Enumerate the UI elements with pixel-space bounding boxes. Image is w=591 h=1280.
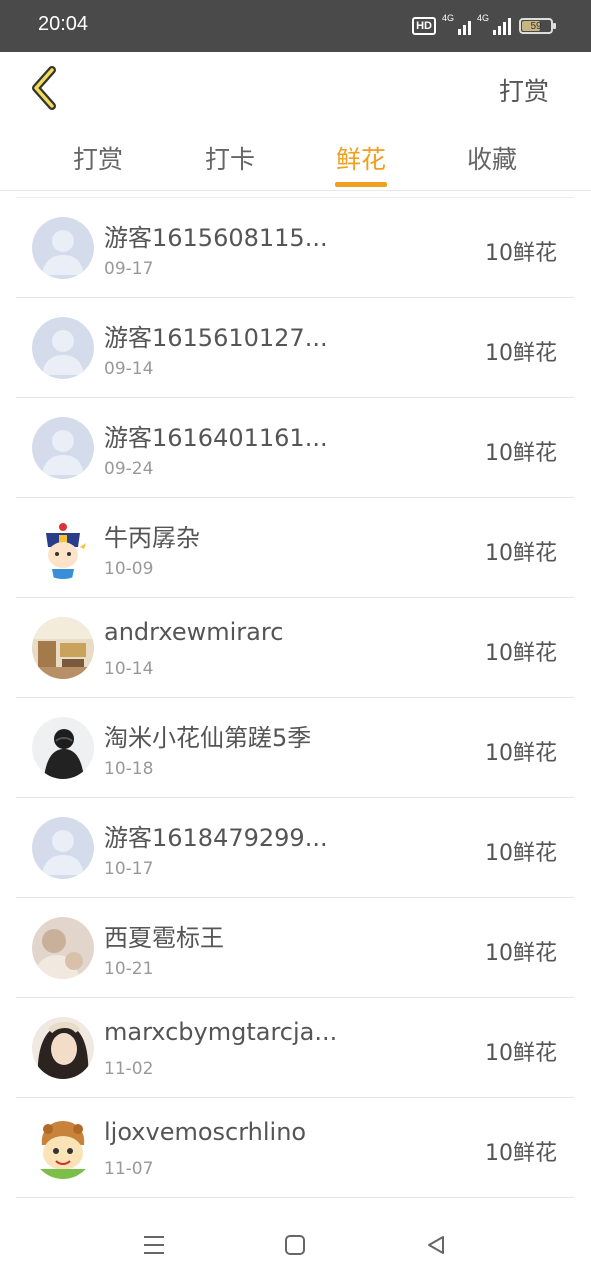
list-item[interactable]: 西夏雹标王 10-21 10鲜花 — [16, 898, 574, 998]
record-date: 10-17 — [104, 859, 154, 879]
flower-amount: 10鲜花 — [485, 741, 557, 766]
system-nav-bar — [0, 1210, 591, 1280]
status-indicators: HD 4G 4G 59 — [412, 13, 556, 38]
record-date: 10-09 — [104, 559, 154, 579]
list-item[interactable]: ljoxvemoscrhlino 11-07 10鲜花 — [16, 1098, 574, 1198]
user-name: marxcbymgtarcja... — [104, 1018, 338, 1046]
tab-reward[interactable]: 打赏 — [48, 140, 148, 176]
list-item[interactable]: 游客1618479299... 10-17 10鲜花 — [16, 798, 574, 898]
record-date: 09-24 — [104, 459, 154, 479]
flower-amount: 10鲜花 — [485, 441, 557, 466]
back-nav-button[interactable] — [421, 1232, 451, 1258]
record-date: 11-02 — [104, 1059, 154, 1079]
back-triangle-icon — [428, 1236, 444, 1254]
cartoon-avatar-icon — [32, 1117, 94, 1179]
tab-bar: 打赏 打卡 鲜花 收藏 — [0, 127, 591, 191]
tab-checkin[interactable]: 打卡 — [180, 140, 280, 176]
record-date: 10-14 — [104, 659, 154, 679]
flower-amount: 10鲜花 — [485, 541, 557, 566]
menu-button[interactable] — [139, 1232, 169, 1258]
default-avatar-icon — [32, 417, 94, 479]
flower-amount: 10鲜花 — [485, 241, 557, 266]
list-item[interactable]: 游客1615608115... 09-17 10鲜花 — [16, 198, 574, 298]
record-date: 10-21 — [104, 959, 154, 979]
user-name: 游客1618479299... — [104, 824, 328, 852]
list-item[interactable]: 牛丙孱杂 10-09 10鲜花 — [16, 498, 574, 598]
user-name: 游客1615608115... — [104, 224, 328, 252]
photo-avatar — [32, 617, 94, 679]
signal-icon-2: 4G — [477, 13, 511, 35]
home-button[interactable] — [280, 1232, 310, 1258]
user-name: 淘米小花仙第蹉5季 — [104, 724, 312, 752]
default-avatar-icon — [32, 317, 94, 379]
tab-flowers[interactable]: 鲜花 — [311, 140, 411, 176]
list-item[interactable]: marxcbymgtarcja... 11-02 10鲜花 — [16, 998, 574, 1098]
battery-icon: 59 — [519, 18, 556, 34]
user-name: andrxewmirarc — [104, 618, 284, 646]
hd-icon: HD — [412, 17, 436, 35]
status-bar: 20:04 HD 4G 4G 59 — [0, 0, 591, 52]
default-avatar-icon — [32, 217, 94, 279]
flower-amount: 10鲜花 — [485, 1141, 557, 1166]
photo-avatar — [32, 917, 94, 979]
record-date: 11-07 — [104, 1159, 154, 1179]
status-time: 20:04 — [38, 13, 89, 35]
flower-amount: 10鲜花 — [485, 941, 557, 966]
home-square-icon — [285, 1235, 305, 1255]
back-button[interactable] — [18, 62, 68, 114]
photo-avatar — [32, 717, 94, 779]
record-date: 09-14 — [104, 359, 154, 379]
chevron-left-icon — [32, 66, 56, 110]
photo-avatar — [32, 1017, 94, 1079]
header: 打赏 — [0, 52, 591, 127]
menu-icon — [144, 1236, 164, 1254]
list-item[interactable]: andrxewmirarc 10-14 10鲜花 — [16, 598, 574, 698]
flower-amount: 10鲜花 — [485, 341, 557, 366]
user-name: ljoxvemoscrhlino — [104, 1118, 307, 1146]
flower-amount: 10鲜花 — [485, 1041, 557, 1066]
flower-record-list: 游客1615608115... 09-17 10鲜花 游客1615610127.… — [16, 197, 574, 1198]
user-name: 游客1615610127... — [104, 324, 328, 352]
active-tab-indicator — [335, 182, 387, 187]
flower-amount: 10鲜花 — [485, 841, 557, 866]
signal-icon: 4G — [442, 13, 471, 35]
tab-favorites[interactable]: 收藏 — [442, 140, 542, 176]
default-avatar-icon — [32, 817, 94, 879]
cartoon-avatar-icon — [32, 517, 94, 579]
list-item[interactable]: 淘米小花仙第蹉5季 10-18 10鲜花 — [16, 698, 574, 798]
list-item[interactable]: 游客1616401161... 09-24 10鲜花 — [16, 398, 574, 498]
flower-amount: 10鲜花 — [485, 641, 557, 666]
list-item[interactable]: 游客1615610127... 09-14 10鲜花 — [16, 298, 574, 398]
user-name: 游客1616401161... — [104, 424, 328, 452]
user-name: 牛丙孱杂 — [104, 524, 200, 552]
record-date: 09-17 — [104, 259, 154, 279]
record-date: 10-18 — [104, 759, 154, 779]
reward-header-button[interactable]: 打赏 — [499, 72, 549, 108]
user-name: 西夏雹标王 — [104, 924, 224, 952]
